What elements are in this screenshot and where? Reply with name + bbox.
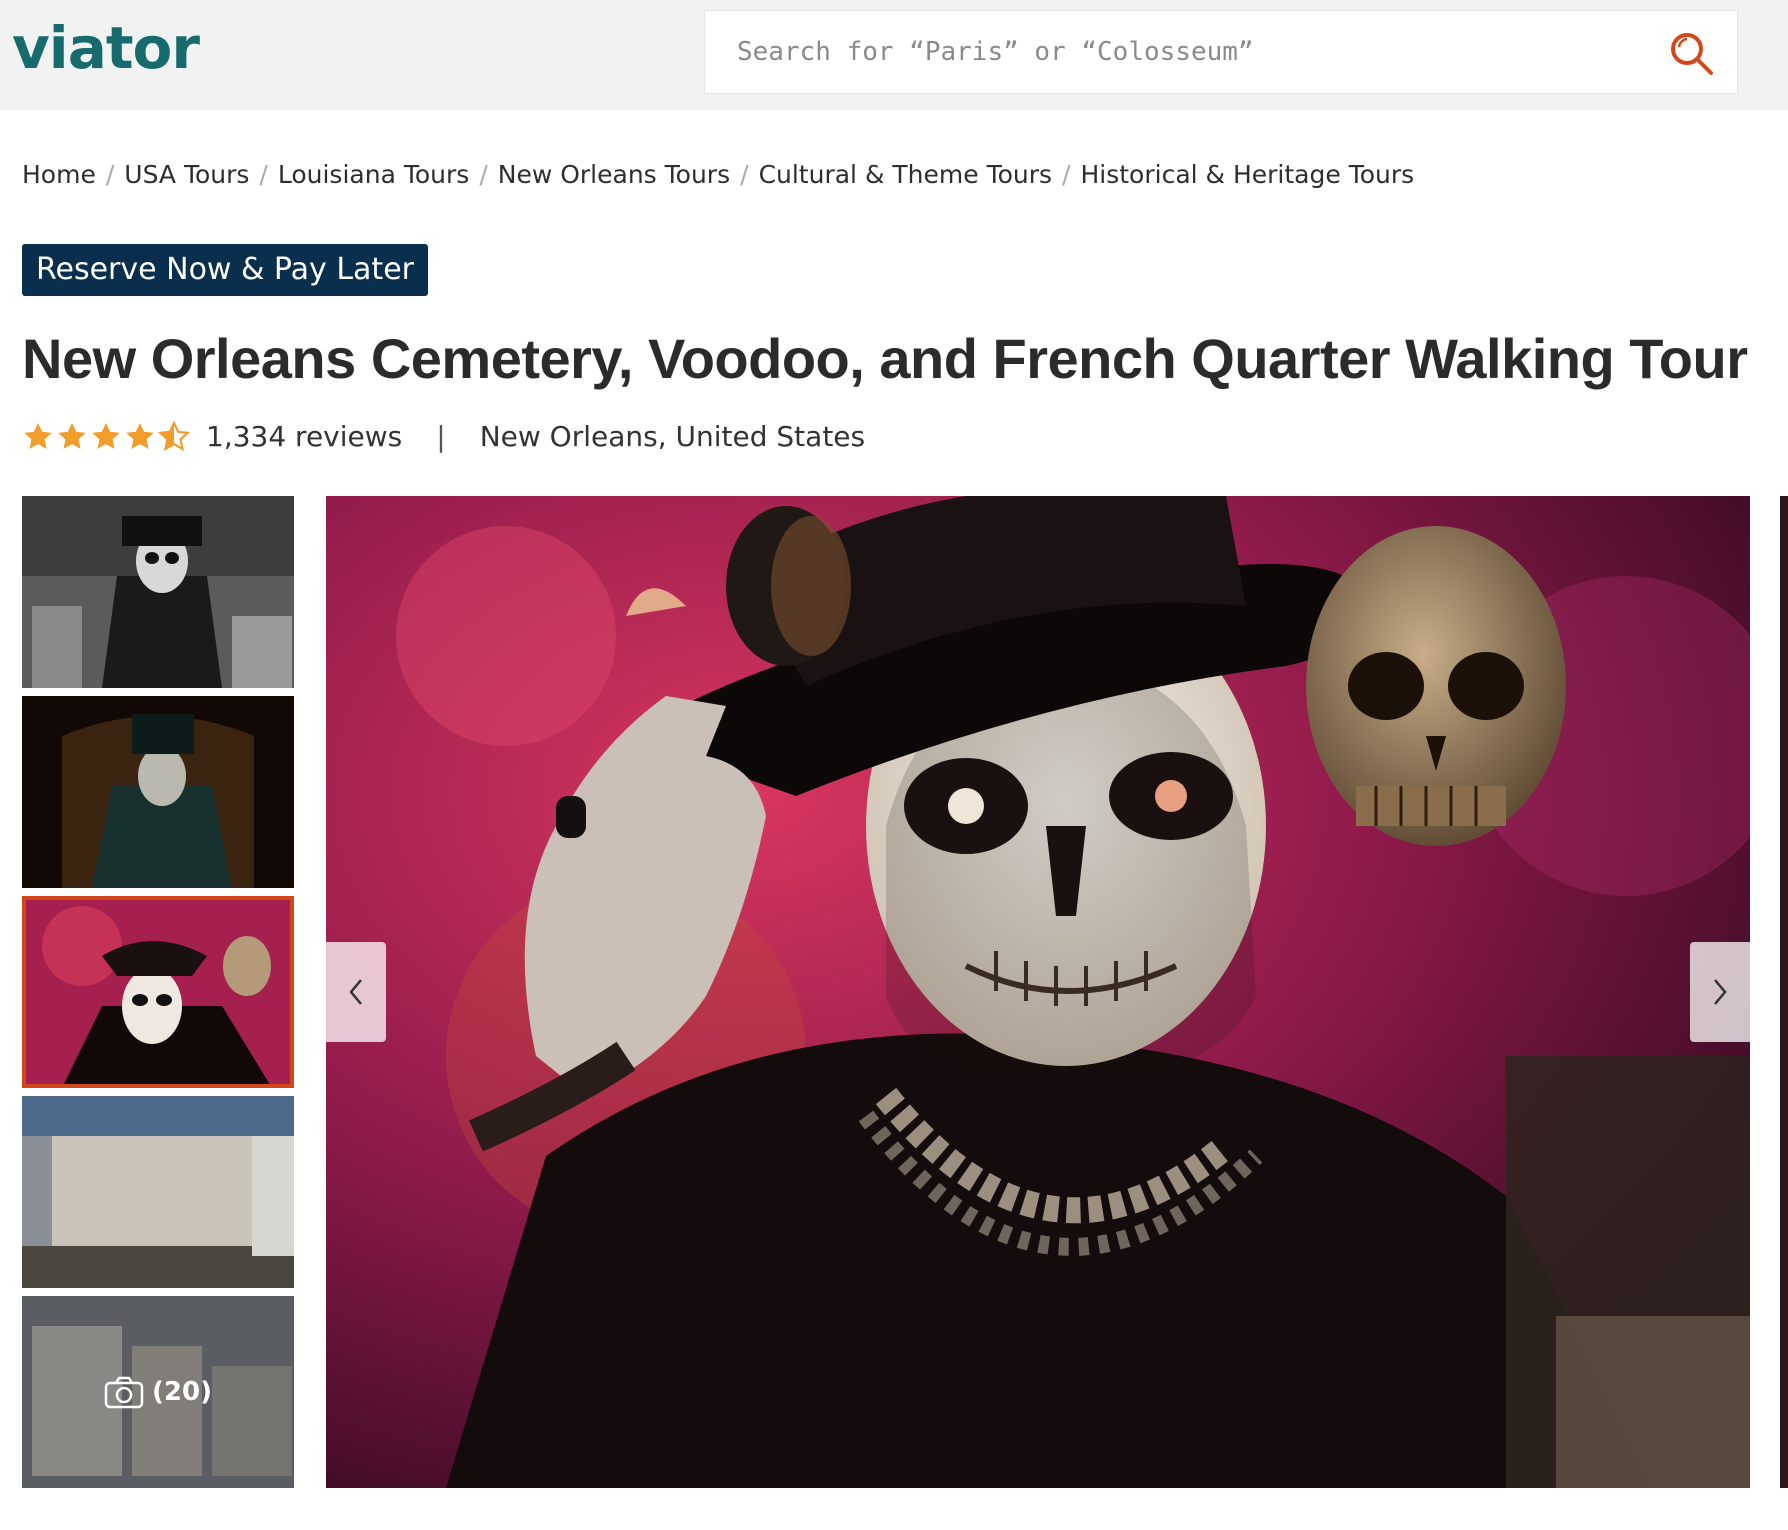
gallery-next-button[interactable] — [1690, 942, 1750, 1042]
breadcrumb-separator: / — [740, 160, 749, 189]
photo-count-overlay[interactable]: (20) — [22, 1296, 294, 1488]
star-icon — [126, 422, 154, 449]
star-icon — [24, 422, 52, 449]
breadcrumb-louisiana-tours[interactable]: Louisiana Tours — [278, 160, 469, 189]
half-star-icon — [158, 420, 190, 451]
reviews-link[interactable]: 1,334 reviews — [206, 420, 402, 453]
breadcrumb-new-orleans-tours[interactable]: New Orleans Tours — [498, 160, 730, 189]
breadcrumb-home[interactable]: Home — [22, 160, 96, 189]
viator-logo[interactable]: viator — [12, 14, 200, 82]
breadcrumb-usa-tours[interactable]: USA Tours — [124, 160, 249, 189]
voodoo-skull-performer-image — [326, 496, 1750, 1488]
chevron-right-icon — [1714, 979, 1727, 1005]
star-rating[interactable] — [22, 420, 190, 453]
gallery-thumbnail[interactable] — [22, 696, 294, 888]
camera-icon — [104, 1376, 144, 1409]
breadcrumb-historical-heritage-tours[interactable]: Historical & Heritage Tours — [1080, 160, 1414, 189]
gallery-thumbnail-selected[interactable] — [22, 896, 294, 1088]
gallery-thumbnail[interactable]: (20) — [22, 1296, 294, 1488]
star-icon — [58, 422, 86, 449]
reserve-now-badge: Reserve Now & Pay Later — [22, 244, 428, 296]
search-input[interactable] — [705, 11, 1605, 93]
rating-divider: | — [436, 420, 446, 453]
search-box[interactable] — [704, 10, 1738, 94]
breadcrumb-separator: / — [479, 160, 488, 189]
gallery-prev-button[interactable] — [326, 942, 386, 1042]
breadcrumb-separator: / — [105, 160, 115, 189]
breadcrumb-separator: / — [1062, 160, 1071, 189]
location-text: New Orleans, United States — [479, 420, 866, 453]
photo-count: (20) — [152, 1377, 212, 1407]
gallery-thumbnail[interactable] — [22, 1096, 294, 1288]
next-photo-peek — [1780, 496, 1788, 1488]
page-title: New Orleans Cemetery, Voodoo, and French… — [22, 327, 1748, 390]
chevron-left-icon — [349, 979, 362, 1005]
breadcrumb: Home / USA Tours / Louisiana Tours / New… — [22, 160, 1414, 189]
top-header: viator — [0, 0, 1788, 110]
rating-row: 1,334 reviews | New Orleans, United Stat… — [22, 420, 865, 453]
breadcrumb-separator: / — [259, 160, 268, 189]
gallery-thumbnail[interactable] — [22, 496, 294, 688]
search-icon[interactable] — [1667, 29, 1715, 77]
breadcrumb-cultural-theme-tours[interactable]: Cultural & Theme Tours — [759, 160, 1052, 189]
main-gallery-photo[interactable] — [326, 496, 1750, 1488]
star-icon — [92, 422, 120, 449]
